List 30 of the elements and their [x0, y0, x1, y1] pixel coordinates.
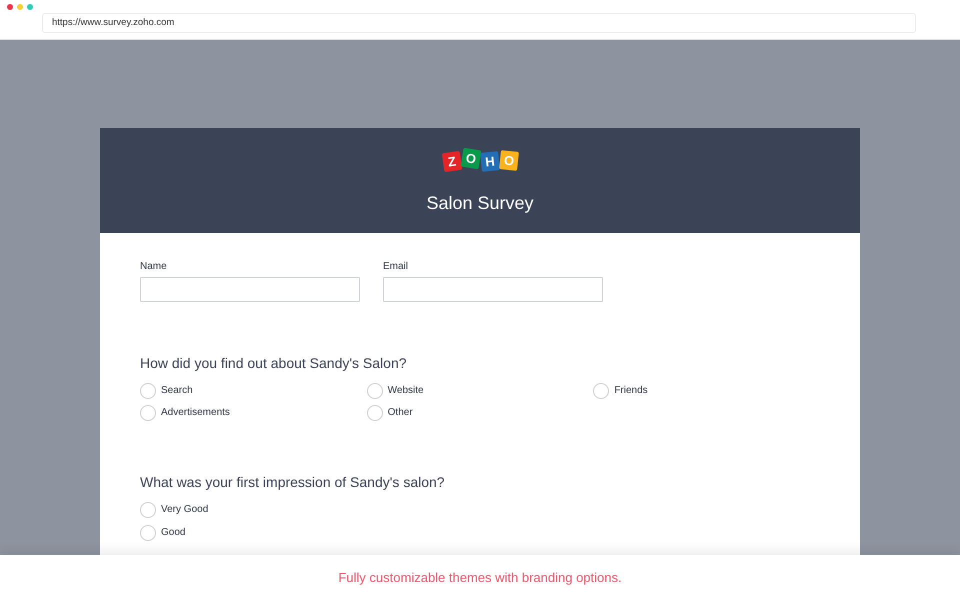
radio-option[interactable]: Advertisements: [140, 405, 230, 421]
radio-option[interactable]: Search: [140, 383, 193, 399]
radio-icon[interactable]: [140, 405, 156, 421]
radio-icon[interactable]: [140, 383, 156, 399]
radio-icon[interactable]: [140, 525, 156, 541]
window-zoom-icon[interactable]: [27, 4, 33, 10]
question-text: What was your first impression of Sandy's salon?: [140, 474, 446, 491]
radio-icon[interactable]: [140, 502, 156, 518]
radio-option[interactable]: Very Good: [140, 502, 208, 518]
radio-icon[interactable]: [593, 383, 610, 399]
survey-title: Salon Survey: [426, 192, 534, 214]
field-label: Name: [140, 261, 168, 273]
logo-tile: Z: [441, 150, 462, 172]
radio-icon[interactable]: [366, 405, 383, 421]
logo-tile: O: [460, 148, 481, 170]
radio-option[interactable]: Friends: [593, 383, 648, 399]
window-minimize-icon[interactable]: [17, 4, 23, 10]
radio-option[interactable]: Website: [366, 383, 424, 399]
radio-option[interactable]: Good: [140, 525, 186, 541]
text-field[interactable]: [383, 277, 603, 302]
radio-option[interactable]: Other: [366, 405, 413, 421]
logo-tile: O: [498, 150, 518, 171]
address-field[interactable]: https://www.survey.zoho.com: [42, 13, 916, 33]
question-text: How did you find out about Sandy's Salon?: [140, 355, 408, 372]
radio-icon[interactable]: [366, 383, 383, 399]
field-label: Email: [383, 261, 410, 273]
window-close-icon[interactable]: [7, 4, 13, 10]
text-field[interactable]: [140, 277, 360, 302]
caption-text: Fully customizable themes with branding options.: [338, 570, 622, 585]
logo-tile: H: [480, 150, 500, 172]
